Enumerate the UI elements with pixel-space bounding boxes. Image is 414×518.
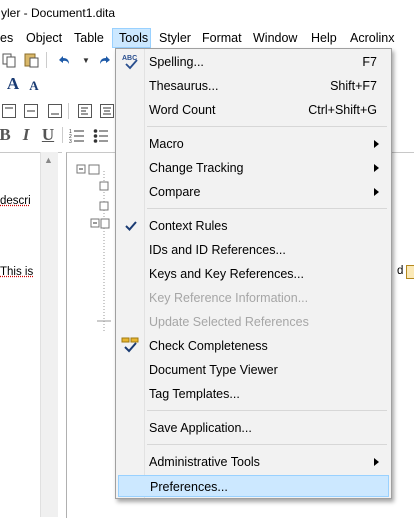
undo-dropdown-icon[interactable]: ▼ (77, 51, 95, 69)
tools-menu: ABC Spelling... F7 Thesaurus... Shift+F7… (115, 48, 392, 499)
checkmark-icon (121, 217, 141, 235)
document-text-line: This is (0, 266, 33, 278)
menu-styler[interactable]: Styler (153, 28, 197, 48)
toolbar-row-4: B I U 123 (0, 124, 116, 148)
menu-edit[interactable]: es (0, 28, 19, 48)
underline-button[interactable]: U (39, 126, 57, 144)
menu-item-key-reference-information: Key Reference Information... (118, 287, 389, 309)
menu-item-label: Spelling... (149, 51, 204, 73)
bullet-list-icon[interactable] (92, 126, 110, 144)
svg-text:3: 3 (69, 139, 72, 143)
menu-format[interactable]: Format (196, 28, 248, 48)
menu-item-label: Administrative Tools (149, 451, 260, 473)
menu-item-shortcut: Shift+F7 (330, 75, 377, 97)
shrink-font-button[interactable]: A (25, 77, 43, 95)
menu-item-label: Context Rules (149, 215, 228, 237)
menu-item-label: Macro (149, 133, 184, 155)
toolbar-row-2: A A (0, 74, 116, 98)
menu-item-thesaurus[interactable]: Thesaurus... Shift+F7 (118, 75, 389, 97)
menu-item-label: Word Count (149, 99, 215, 121)
italic-button[interactable]: I (17, 126, 35, 144)
menu-separator (147, 444, 387, 445)
menu-item-label: Update Selected References (149, 311, 309, 333)
copy-icon[interactable] (0, 51, 18, 69)
menu-item-tag-templates[interactable]: Tag Templates... (118, 383, 389, 405)
spelling-icon: ABC (121, 53, 141, 71)
redo-icon[interactable] (96, 51, 114, 69)
menu-object[interactable]: Object (20, 28, 68, 48)
menu-tools[interactable]: Tools (112, 28, 151, 48)
spelling-icon-text: ABC (122, 55, 137, 62)
menu-item-compare[interactable]: Compare (118, 181, 389, 203)
undo-icon[interactable] (55, 51, 73, 69)
grow-font-button[interactable]: A (4, 75, 22, 93)
menu-separator (147, 410, 387, 411)
menu-item-label: IDs and ID References... (149, 239, 286, 261)
menu-item-shortcut: Ctrl+Shift+G (308, 99, 377, 121)
menu-item-shortcut: F7 (362, 51, 377, 73)
menu-item-change-tracking[interactable]: Change Tracking (118, 157, 389, 179)
menu-window[interactable]: Window (247, 28, 303, 48)
menu-item-check-completeness[interactable]: Check Completeness (118, 335, 389, 357)
menu-bar: es Object Table Tools Styler Format Wind… (0, 27, 414, 49)
document-scrollbar[interactable]: ▲ (40, 152, 58, 517)
menu-item-save-application[interactable]: Save Application... (118, 417, 389, 439)
structure-text: d (397, 265, 403, 277)
menu-item-spelling[interactable]: ABC Spelling... F7 (118, 51, 389, 73)
menu-item-word-count[interactable]: Word Count Ctrl+Shift+G (118, 99, 389, 121)
menu-item-label: Thesaurus... (149, 75, 218, 97)
bold-button[interactable]: B (0, 126, 14, 144)
submenu-arrow-icon (374, 140, 379, 148)
menu-item-label: Keys and Key References... (149, 263, 304, 285)
menu-item-label: Compare (149, 181, 200, 203)
menu-separator (147, 208, 387, 209)
menu-item-label: Save Application... (149, 417, 252, 439)
align-center-icon[interactable] (98, 102, 116, 120)
menu-separator (147, 126, 387, 127)
submenu-arrow-icon (374, 188, 379, 196)
toolbar-row-3 (0, 100, 116, 124)
menu-item-keys-references[interactable]: Keys and Key References... (118, 263, 389, 285)
submenu-arrow-icon (374, 164, 379, 172)
submenu-arrow-icon (374, 458, 379, 466)
menu-help[interactable]: Help (305, 28, 343, 48)
menu-item-context-rules[interactable]: Context Rules (118, 215, 389, 237)
element-tag-icon[interactable] (406, 265, 414, 279)
menu-item-ids-references[interactable]: IDs and ID References... (118, 239, 389, 261)
menu-table[interactable]: Table (68, 28, 110, 48)
menu-acrolinx[interactable]: Acrolinx (344, 28, 400, 48)
paste-icon[interactable] (22, 51, 40, 69)
align-left-icon[interactable] (76, 102, 94, 120)
menu-item-administrative-tools[interactable]: Administrative Tools (118, 451, 389, 473)
menu-item-document-type-viewer[interactable]: Document Type Viewer (118, 359, 389, 381)
menu-item-label: Change Tracking (149, 157, 244, 179)
menu-item-label: Tag Templates... (149, 383, 240, 405)
menu-item-macro[interactable]: Macro (118, 133, 389, 155)
menu-item-label: Preferences... (150, 476, 228, 498)
toolbar-divider (62, 127, 63, 143)
menu-item-update-selected-references: Update Selected References (118, 311, 389, 333)
numbered-list-icon[interactable]: 123 (68, 126, 86, 144)
menu-item-label: Check Completeness (149, 335, 268, 357)
align-middle-icon[interactable] (22, 102, 40, 120)
menu-item-label: Document Type Viewer (149, 359, 278, 381)
align-top-icon[interactable] (0, 102, 18, 120)
toolbar-divider (68, 103, 69, 119)
window-title: yler - Document1.dita (0, 0, 414, 26)
document-text-line: descri (0, 195, 31, 207)
menu-item-label: Key Reference Information... (149, 287, 308, 309)
check-completeness-icon (121, 337, 141, 355)
toolbar-divider (46, 52, 47, 68)
menu-item-preferences[interactable]: Preferences... (118, 475, 389, 497)
toolbar-row-1: ▼ (0, 49, 116, 73)
align-bottom-icon[interactable] (46, 102, 64, 120)
scroll-up-arrow-icon[interactable]: ▲ (44, 155, 53, 165)
